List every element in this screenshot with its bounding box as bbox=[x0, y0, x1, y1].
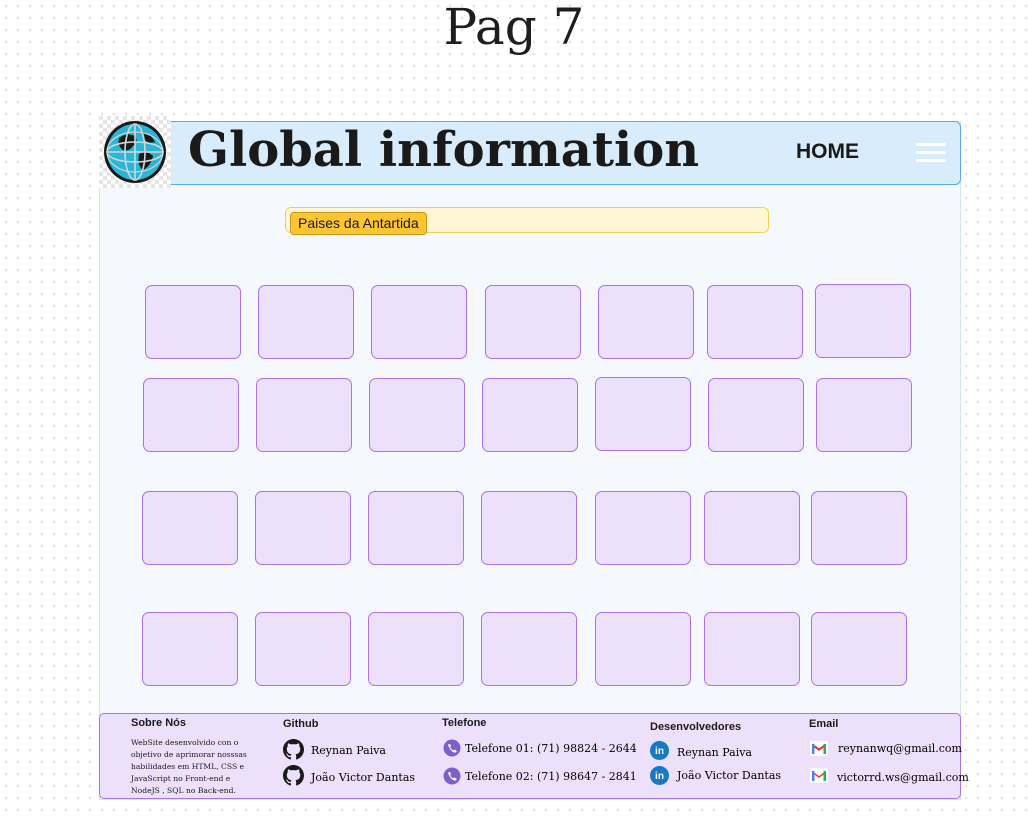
country-card[interactable] bbox=[811, 612, 907, 686]
gmail-icon bbox=[810, 741, 828, 760]
email-link-reynan[interactable]: reynanwq@gmail.com bbox=[838, 742, 962, 755]
country-card[interactable] bbox=[255, 612, 351, 686]
country-card[interactable] bbox=[368, 612, 464, 686]
phone-link-1[interactable]: Telefone 01: (71) 98824 - 2644 bbox=[465, 742, 637, 755]
phone-link-2[interactable]: Telefone 02: (71) 98647 - 2841 bbox=[465, 770, 637, 783]
nav-home-link[interactable]: HOME bbox=[796, 140, 859, 164]
country-filter-chip[interactable]: Paises da Antartida bbox=[290, 212, 427, 235]
country-card[interactable] bbox=[811, 491, 907, 565]
country-card[interactable] bbox=[708, 378, 804, 452]
globe-icon[interactable] bbox=[99, 116, 171, 188]
svg-text:in: in bbox=[655, 771, 664, 782]
country-card[interactable] bbox=[595, 612, 691, 686]
viber-phone-icon bbox=[443, 767, 461, 789]
footer-about-text: WebSite desenvolvido con o objetivo de a… bbox=[131, 738, 247, 795]
country-card[interactable] bbox=[369, 378, 465, 452]
github-link-joao[interactable]: João Victor Dantas bbox=[311, 771, 415, 784]
footer-about-heading: Sobre Nós bbox=[131, 717, 187, 729]
email-link-victor[interactable]: victorrd.ws@gmail.com bbox=[837, 771, 969, 784]
country-card[interactable] bbox=[595, 491, 691, 565]
github-icon bbox=[283, 739, 304, 764]
svg-text:in: in bbox=[655, 746, 664, 757]
country-card[interactable] bbox=[704, 491, 800, 565]
country-card[interactable] bbox=[142, 491, 238, 565]
country-card[interactable] bbox=[371, 285, 467, 359]
country-card[interactable] bbox=[816, 378, 912, 452]
linkedin-icon: in bbox=[650, 741, 669, 764]
country-card[interactable] bbox=[142, 612, 238, 686]
country-card[interactable] bbox=[704, 612, 800, 686]
linkedin-icon: in bbox=[650, 766, 669, 789]
footer-devs-heading: Desenvolvedores bbox=[650, 721, 742, 733]
country-card[interactable] bbox=[255, 491, 351, 565]
github-link-reynan[interactable]: Reynan Paiva bbox=[311, 744, 386, 757]
country-card[interactable] bbox=[143, 378, 239, 452]
country-card[interactable] bbox=[598, 285, 694, 359]
country-card[interactable] bbox=[815, 284, 911, 358]
country-card[interactable] bbox=[145, 285, 241, 359]
country-card[interactable] bbox=[368, 491, 464, 565]
country-card[interactable] bbox=[595, 377, 691, 451]
site-title: Global information bbox=[188, 122, 700, 178]
footer-phone-heading: Telefone bbox=[442, 717, 487, 729]
footer-github-heading: Github bbox=[283, 718, 319, 730]
country-card[interactable] bbox=[707, 285, 803, 359]
hamburger-menu-icon[interactable] bbox=[916, 141, 946, 165]
gmail-icon bbox=[810, 768, 828, 787]
country-card[interactable] bbox=[258, 285, 354, 359]
footer-email-heading: Email bbox=[809, 718, 839, 730]
country-card[interactable] bbox=[485, 285, 581, 359]
page-label: Pag 7 bbox=[443, 0, 585, 56]
country-card[interactable] bbox=[481, 491, 577, 565]
linkedin-link-reynan[interactable]: Reynan Paiva bbox=[677, 746, 752, 759]
country-card[interactable] bbox=[256, 378, 352, 452]
github-icon bbox=[283, 765, 304, 790]
country-card[interactable] bbox=[482, 378, 578, 452]
country-card[interactable] bbox=[481, 612, 577, 686]
linkedin-link-joao[interactable]: João Victor Dantas bbox=[677, 769, 781, 782]
viber-phone-icon bbox=[443, 739, 461, 761]
